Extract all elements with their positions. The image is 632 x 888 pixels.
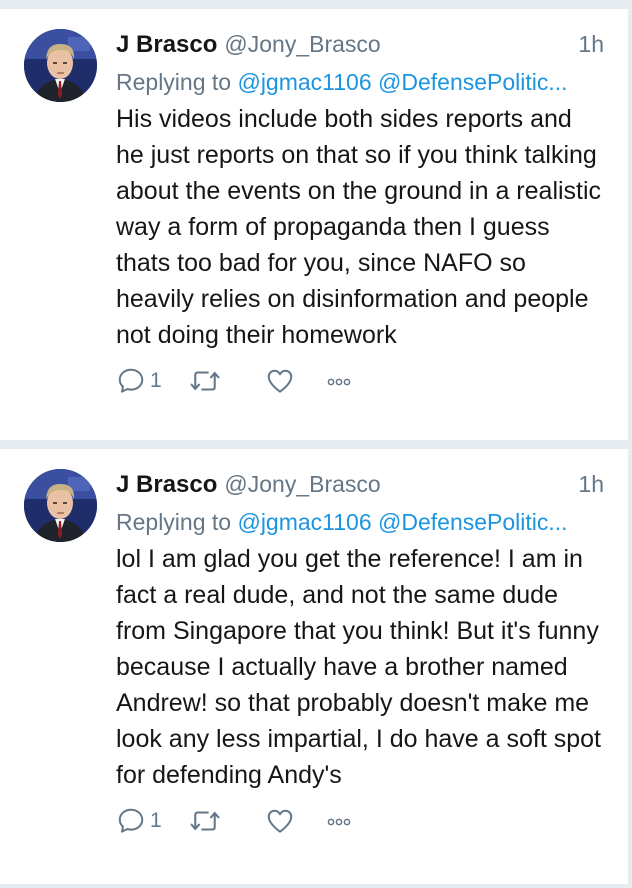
timeline-gap bbox=[0, 0, 628, 9]
replying-to: Replying to @jgmac1106 @DefensePolitic..… bbox=[116, 65, 606, 99]
heart-icon bbox=[267, 809, 293, 833]
reply-count: 1 bbox=[150, 809, 162, 832]
like-button[interactable] bbox=[264, 806, 324, 836]
tweet-header: J Brasco @Jony_Brasco 1h bbox=[116, 31, 606, 65]
mention-link[interactable]: @DefensePolitic... bbox=[378, 509, 568, 535]
tweet-actions: 1 bbox=[116, 361, 606, 401]
timestamp[interactable]: 1h bbox=[578, 31, 606, 58]
avatar-image bbox=[24, 29, 97, 102]
retweet-button[interactable] bbox=[188, 366, 264, 396]
tweet-text: lol I am glad you get the reference! I a… bbox=[116, 545, 601, 789]
more-icon bbox=[327, 818, 351, 826]
reply-icon bbox=[118, 368, 144, 393]
tweet-text: His videos include both sides reports an… bbox=[116, 105, 602, 349]
author-handle[interactable]: @Jony_Brasco bbox=[224, 471, 380, 498]
replying-to: Replying to @jgmac1106 @DefensePolitic..… bbox=[116, 505, 606, 539]
author-name[interactable]: J Brasco bbox=[116, 471, 217, 499]
avatar-image bbox=[24, 469, 97, 542]
retweet-icon bbox=[190, 811, 220, 831]
reply-icon bbox=[118, 808, 144, 833]
tweet-separator bbox=[0, 441, 628, 449]
author-handle[interactable]: @Jony_Brasco bbox=[224, 31, 380, 58]
avatar[interactable] bbox=[24, 469, 97, 542]
more-icon bbox=[327, 378, 351, 386]
mention-link[interactable]: @jgmac1106 bbox=[237, 69, 371, 95]
replying-prefix: Replying to bbox=[116, 509, 232, 535]
avatar[interactable] bbox=[24, 29, 97, 102]
reply-count: 1 bbox=[150, 369, 162, 392]
retweet-icon bbox=[190, 371, 220, 391]
tweet[interactable]: J Brasco @Jony_Brasco 1h Replying to @jg… bbox=[0, 449, 628, 885]
more-button[interactable] bbox=[324, 811, 364, 831]
more-button[interactable] bbox=[324, 371, 364, 391]
replying-prefix: Replying to bbox=[116, 69, 232, 95]
heart-icon bbox=[267, 369, 293, 393]
reply-button[interactable]: 1 bbox=[116, 806, 188, 836]
retweet-button[interactable] bbox=[188, 806, 264, 836]
tweet[interactable]: J Brasco @Jony_Brasco 1h Replying to @jg… bbox=[0, 9, 628, 441]
tweet-actions: 1 bbox=[116, 801, 606, 841]
timeline: J Brasco @Jony_Brasco 1h Replying to @jg… bbox=[0, 0, 628, 888]
author-name[interactable]: J Brasco bbox=[116, 31, 217, 59]
mention-link[interactable]: @jgmac1106 bbox=[237, 509, 371, 535]
mention-link[interactable]: @DefensePolitic... bbox=[378, 69, 568, 95]
tweet-content: J Brasco @Jony_Brasco 1h Replying to @jg… bbox=[116, 31, 606, 401]
timestamp[interactable]: 1h bbox=[578, 471, 606, 498]
tweet-header: J Brasco @Jony_Brasco 1h bbox=[116, 471, 606, 505]
reply-button[interactable]: 1 bbox=[116, 366, 188, 396]
tweet-content: J Brasco @Jony_Brasco 1h Replying to @jg… bbox=[116, 471, 606, 841]
like-button[interactable] bbox=[264, 366, 324, 396]
